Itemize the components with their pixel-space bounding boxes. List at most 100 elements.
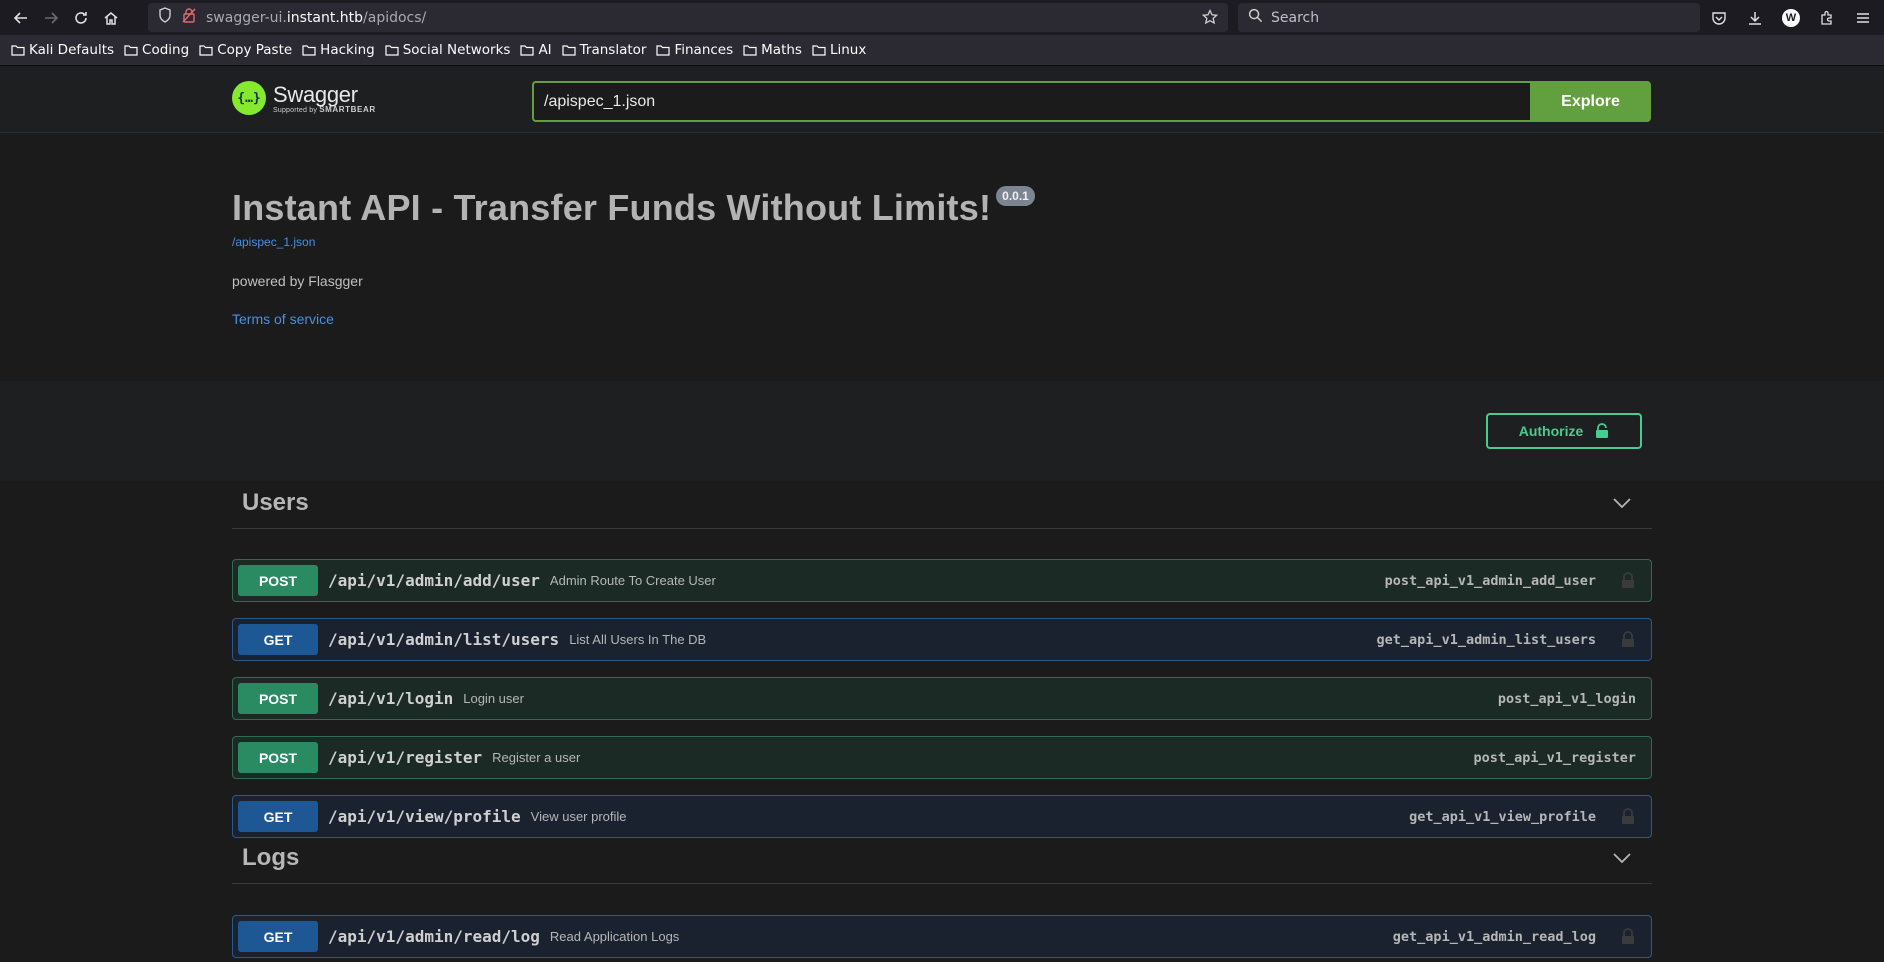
authorize-label: Authorize [1518,423,1584,439]
tag-name: Logs [242,844,300,871]
method-badge: GET [238,921,318,952]
method-badge: GET [238,801,318,832]
operation-id: get_api_v1_view_profile [1409,808,1596,825]
bookmark-item[interactable]: AI [515,42,556,58]
operation-row[interactable]: POST/api/v1/register Register a user post_… [232,736,1652,779]
spec-url-input[interactable]: /apispec_1.json [532,81,1530,122]
insecure-lock-icon[interactable] [182,7,196,28]
operation-summary: Read Application Logs [549,929,680,944]
bookmark-label: Kali Defaults [29,42,115,58]
authorize-button[interactable]: Authorize [1486,413,1642,449]
chevron-down-icon[interactable] [1612,852,1632,864]
operation-summary: Admin Route To Create User [549,573,716,588]
bookmark-item[interactable]: Hacking [297,42,380,58]
folder-icon [385,45,399,56]
terms-of-service-link[interactable]: Terms of service [232,311,1035,327]
swagger-logo-icon: {…} [232,81,266,115]
powered-by-text: powered by Flasgger [232,273,363,289]
bookmark-label: AI [538,42,552,58]
forward-button[interactable] [36,3,66,33]
browser-search-box[interactable]: Search [1238,3,1700,32]
method-badge: POST [238,742,318,773]
url-host: instant.htb [286,9,364,26]
bookmark-item[interactable]: Coding [119,42,194,58]
url-text: swagger-ui.instant.htb/apidocs/ [206,10,426,26]
bookmark-label: Copy Paste [217,42,293,58]
bookmark-item[interactable]: Linux [807,42,871,58]
bookmark-item[interactable]: Kali Defaults [6,42,119,58]
operation-id: get_api_v1_admin_list_users [1376,631,1596,648]
home-button[interactable] [96,3,126,33]
bookmark-item[interactable]: Copy Paste [194,42,297,58]
operation-summary: Login user [463,691,524,706]
logo-sub-brand: SMARTBEAR [319,105,376,114]
operation-row[interactable]: GET/api/v1/admin/list/users List All User… [232,618,1652,661]
bookmark-item[interactable]: Finances [651,42,738,58]
swagger-page: {…} Swagger Supported by SMARTBEAR /apis… [0,67,1884,962]
bookmark-item[interactable]: Maths [738,42,807,58]
download-icon[interactable] [1740,3,1770,32]
reload-button[interactable] [66,3,96,33]
operation-summary: List All Users In The DB [569,632,707,647]
folder-icon [302,45,316,56]
operation-row[interactable]: GET/api/v1/admin/read/log Read Applicatio… [232,915,1652,958]
bookmark-label: Finances [674,42,734,58]
bookmark-label: Linux [829,42,867,58]
version-badge: 0.0.1 [996,186,1035,206]
operation-row[interactable]: GET/api/v1/view/profile View user profile… [232,795,1652,838]
reload-icon [75,11,87,24]
pocket-icon[interactable] [1704,3,1734,32]
method-badge: POST [238,565,318,596]
operation-path: /api/v1/view/profile [328,807,521,826]
lock-icon[interactable] [1621,808,1635,825]
operation-row[interactable]: POST/api/v1/admin/add/user Admin Route To… [232,559,1652,602]
api-info: Instant API - Transfer Funds Without Lim… [232,186,1035,327]
logo-sub-prefix: Supported by [273,107,318,114]
bookmark-item[interactable]: Translator [557,42,652,58]
operation-path: /api/v1/admin/list/users [328,630,560,649]
bookmark-label: Social Networks [402,42,511,58]
swagger-logo[interactable]: {…} Swagger Supported by SMARTBEAR [232,81,376,115]
arrow-left-icon [13,11,27,24]
lock-icon[interactable] [1621,928,1635,945]
tag-section-users[interactable]: Users [232,481,1652,529]
browser-toolbar-right: W [1704,3,1878,32]
bookmark-label: Translator [579,42,647,58]
operation-path: /api/v1/admin/add/user [328,571,540,590]
operation-row[interactable]: POST/api/v1/login Login user post_api_v1_l… [232,677,1652,720]
menu-icon[interactable] [1848,3,1878,32]
spec-link[interactable]: /apispec_1.json [232,235,1035,249]
scheme-container: Authorize [0,381,1884,481]
folder-icon [124,45,138,56]
extensions-icon[interactable] [1812,3,1842,32]
back-button[interactable] [6,3,36,33]
lock-icon[interactable] [1621,572,1635,589]
operation-path: /api/v1/register [328,748,483,767]
folder-icon [656,45,671,56]
arrow-right-icon [45,11,59,24]
api-title: Instant API - Transfer Funds Without Lim… [232,187,992,228]
method-badge: GET [238,624,318,655]
lock-icon[interactable] [1621,631,1635,648]
operation-id: get_api_v1_admin_read_log [1392,928,1596,945]
unlock-icon [1596,423,1609,438]
tag-section-logs[interactable]: Logs [232,836,1652,884]
logo-subtitle: Supported by SMARTBEAR [273,105,376,114]
bookmark-label: Hacking [320,42,375,58]
shield-icon [158,7,172,28]
title-row: Instant API - Transfer Funds Without Lim… [232,186,1035,229]
folder-icon [743,45,757,56]
bookmark-label: Maths [761,42,802,58]
operation-path: /api/v1/admin/read/log [328,927,540,946]
url-bar[interactable]: swagger-ui.instant.htb/apidocs/ [148,3,1228,32]
method-badge: POST [238,683,318,714]
account-avatar[interactable]: W [1776,3,1806,32]
bookmark-item[interactable]: Social Networks [380,42,516,58]
search-placeholder: Search [1271,9,1320,26]
bookmark-star-icon[interactable] [1201,8,1219,30]
search-icon [1248,8,1263,28]
explore-button[interactable]: Explore [1530,81,1651,122]
url-path: /apidocs/ [363,9,427,26]
folder-icon [562,45,576,56]
chevron-down-icon[interactable] [1612,497,1632,509]
